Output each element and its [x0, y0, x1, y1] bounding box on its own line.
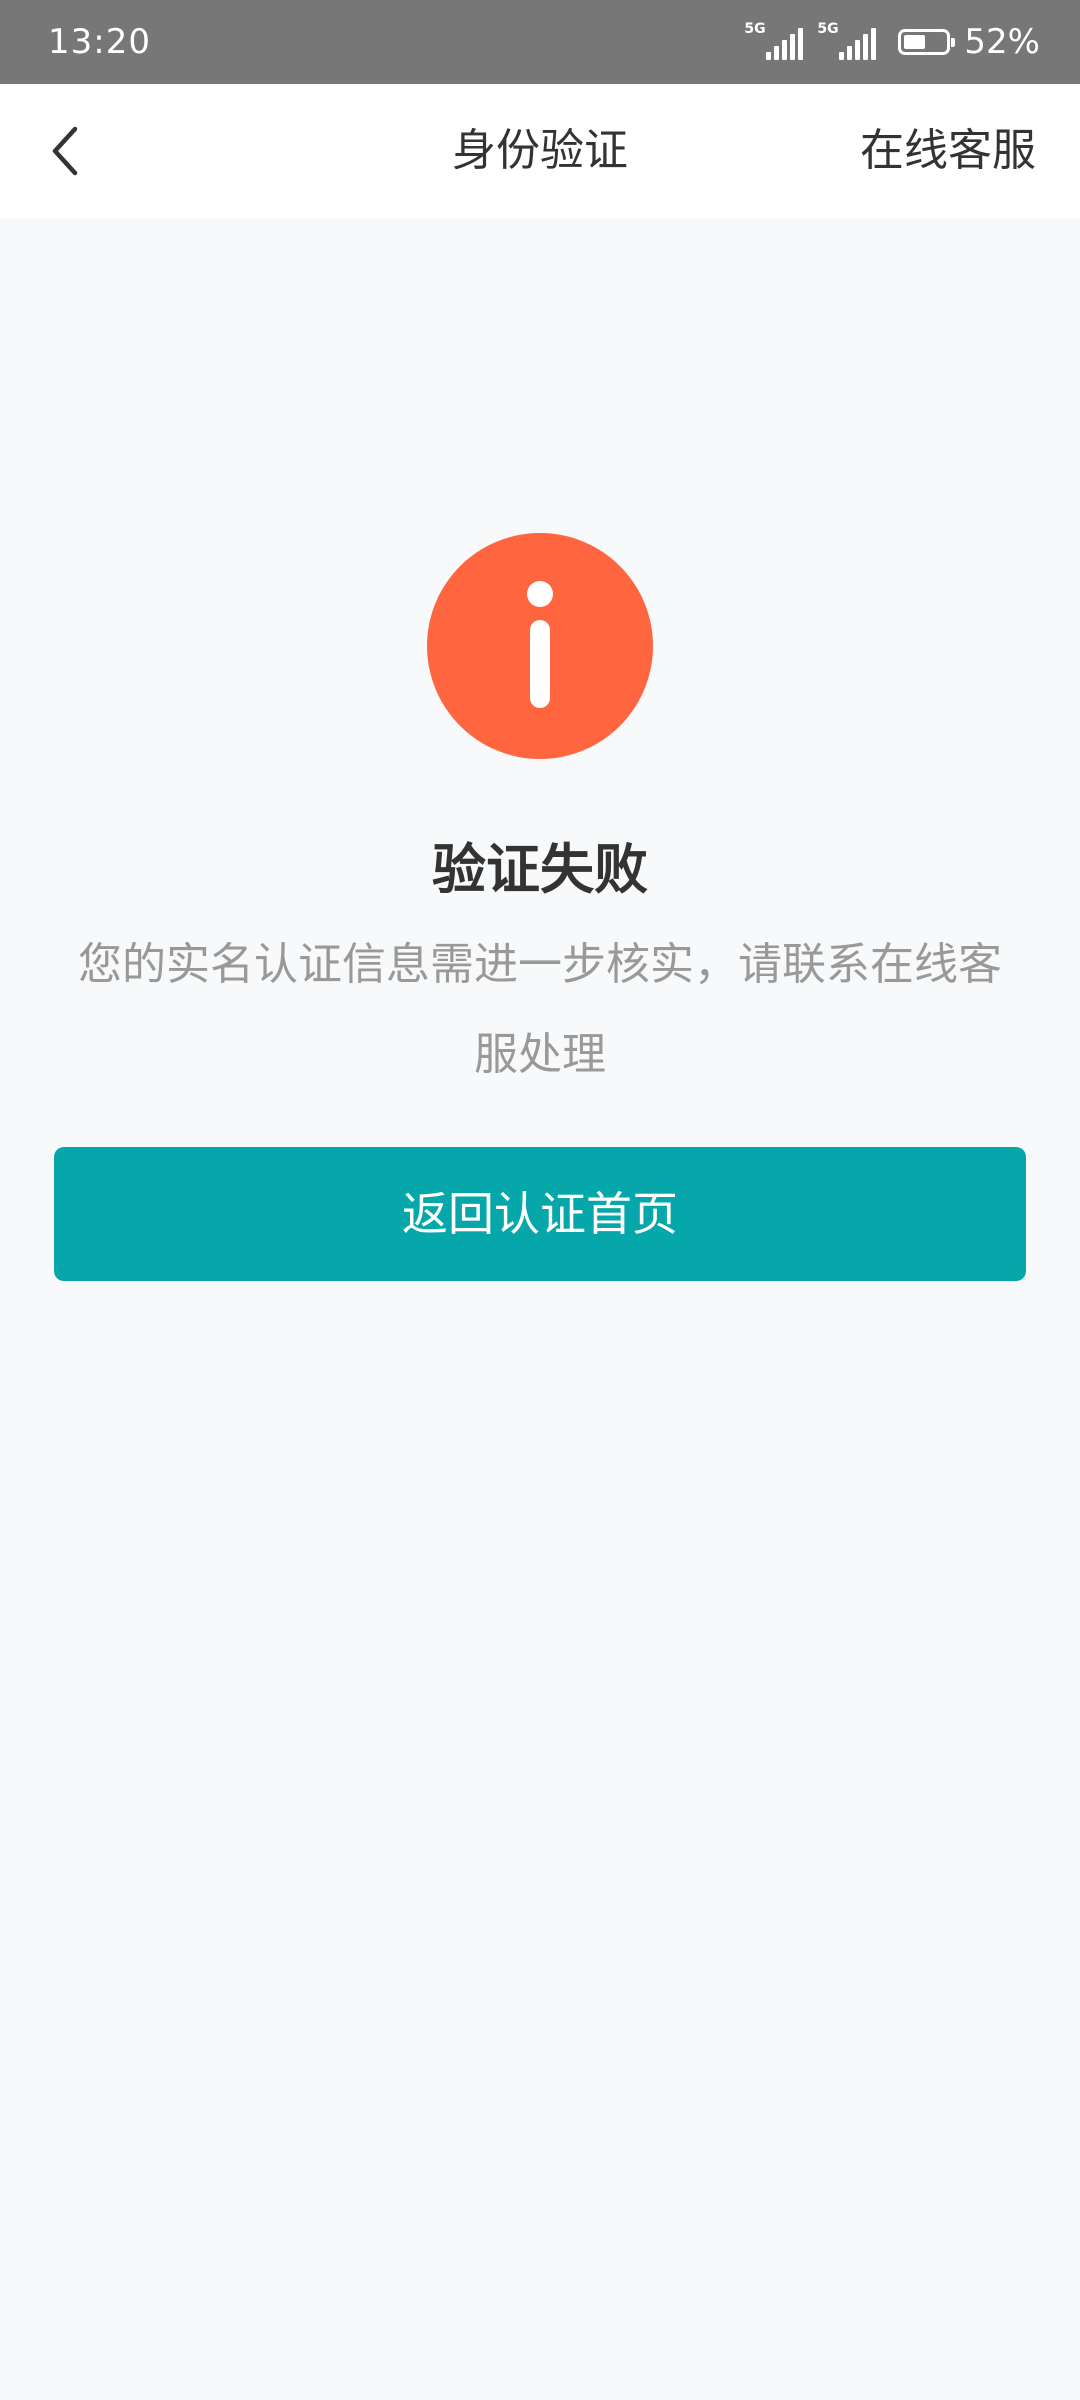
battery-percent: 52%	[964, 22, 1040, 62]
return-to-verification-home-button[interactable]: 返回认证首页	[54, 1147, 1026, 1281]
signal-icon: 5G	[817, 21, 877, 60]
online-service-link[interactable]: 在线客服	[860, 84, 1036, 218]
chevron-left-icon	[52, 126, 78, 176]
battery-fill	[904, 35, 926, 49]
status-time: 13:20	[48, 22, 151, 62]
result-description: 您的实名认证信息需进一步核实，请联系在线客服处理	[78, 939, 1002, 1080]
back-button[interactable]	[30, 116, 100, 186]
network-type-2: 5G	[817, 21, 839, 37]
result-title: 验证失败	[432, 838, 648, 901]
info-icon	[427, 533, 653, 759]
nav-bar: 身份验证 在线客服	[0, 84, 1080, 218]
battery-icon	[898, 29, 956, 55]
network-type-1: 5G	[744, 21, 766, 37]
status-bar: 13:20 5G 5G 52%	[0, 0, 1080, 84]
status-indicators: 5G 5G 52%	[744, 22, 1040, 62]
signal-icon: 5G	[744, 21, 804, 60]
